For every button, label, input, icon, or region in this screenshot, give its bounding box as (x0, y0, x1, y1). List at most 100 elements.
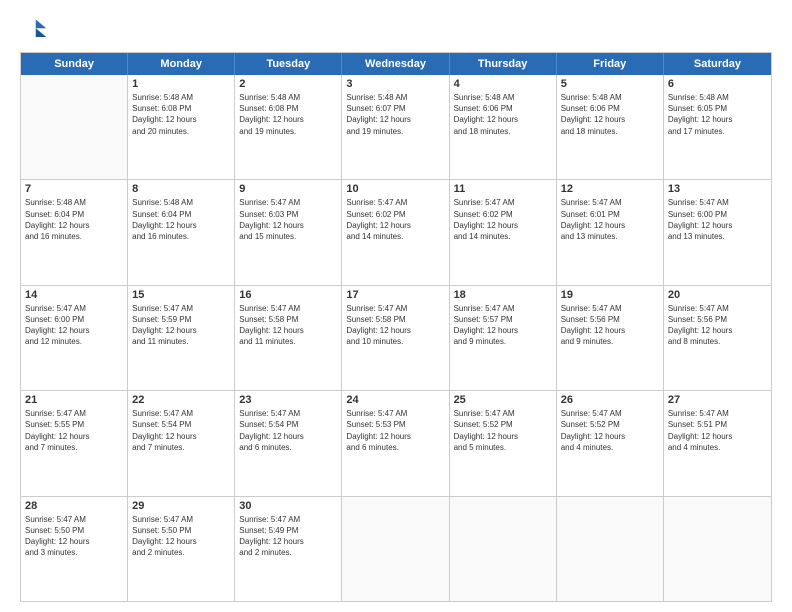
day-number: 30 (239, 500, 337, 512)
header-day-thursday: Thursday (450, 53, 557, 75)
calendar-row-1: 1 Sunrise: 5:48 AM Sunset: 6:08 PM Daylig… (21, 75, 771, 180)
cell-info: Sunrise: 5:47 AM Sunset: 5:57 PM Dayligh… (454, 303, 552, 348)
cell-info: Sunrise: 5:47 AM Sunset: 5:50 PM Dayligh… (25, 514, 123, 559)
day-number: 26 (561, 394, 659, 406)
calendar-cell: 2 Sunrise: 5:48 AM Sunset: 6:08 PM Daylig… (235, 75, 342, 179)
day-number: 7 (25, 183, 123, 195)
day-number: 21 (25, 394, 123, 406)
calendar-cell: 18 Sunrise: 5:47 AM Sunset: 5:57 PM Dayli… (450, 286, 557, 390)
cell-info: Sunrise: 5:48 AM Sunset: 6:06 PM Dayligh… (454, 92, 552, 137)
calendar-cell: 13 Sunrise: 5:47 AM Sunset: 6:00 PM Dayli… (664, 180, 771, 284)
day-number: 6 (668, 78, 767, 90)
cell-info: Sunrise: 5:47 AM Sunset: 5:59 PM Dayligh… (132, 303, 230, 348)
calendar-cell: 20 Sunrise: 5:47 AM Sunset: 5:56 PM Dayli… (664, 286, 771, 390)
cell-info: Sunrise: 5:48 AM Sunset: 6:05 PM Dayligh… (668, 92, 767, 137)
calendar-row-4: 21 Sunrise: 5:47 AM Sunset: 5:55 PM Dayli… (21, 391, 771, 496)
cell-info: Sunrise: 5:47 AM Sunset: 5:52 PM Dayligh… (561, 408, 659, 453)
calendar-cell: 27 Sunrise: 5:47 AM Sunset: 5:51 PM Dayli… (664, 391, 771, 495)
header (20, 16, 772, 44)
cell-info: Sunrise: 5:47 AM Sunset: 6:00 PM Dayligh… (668, 197, 767, 242)
cell-info: Sunrise: 5:47 AM Sunset: 5:55 PM Dayligh… (25, 408, 123, 453)
cell-info: Sunrise: 5:47 AM Sunset: 6:03 PM Dayligh… (239, 197, 337, 242)
day-number: 20 (668, 289, 767, 301)
calendar-header: SundayMondayTuesdayWednesdayThursdayFrid… (21, 53, 771, 75)
calendar-cell: 15 Sunrise: 5:47 AM Sunset: 5:59 PM Dayli… (128, 286, 235, 390)
header-day-sunday: Sunday (21, 53, 128, 75)
cell-info: Sunrise: 5:48 AM Sunset: 6:08 PM Dayligh… (132, 92, 230, 137)
calendar-cell (21, 75, 128, 179)
day-number: 25 (454, 394, 552, 406)
cell-info: Sunrise: 5:47 AM Sunset: 5:56 PM Dayligh… (561, 303, 659, 348)
calendar-cell: 29Sunrise: 5:47 AM Sunset: 5:50 PM Dayli… (128, 497, 235, 601)
cell-info: Sunrise: 5:47 AM Sunset: 6:02 PM Dayligh… (346, 197, 444, 242)
header-day-wednesday: Wednesday (342, 53, 449, 75)
calendar-cell: 24 Sunrise: 5:47 AM Sunset: 5:53 PM Dayli… (342, 391, 449, 495)
cell-info: Sunrise: 5:47 AM Sunset: 6:00 PM Dayligh… (25, 303, 123, 348)
calendar-row-3: 14Sunrise: 5:47 AM Sunset: 6:00 PM Dayli… (21, 286, 771, 391)
page: SundayMondayTuesdayWednesdayThursdayFrid… (0, 0, 792, 612)
calendar: SundayMondayTuesdayWednesdayThursdayFrid… (20, 52, 772, 602)
calendar-cell (450, 497, 557, 601)
cell-info: Sunrise: 5:47 AM Sunset: 5:54 PM Dayligh… (132, 408, 230, 453)
day-number: 3 (346, 78, 444, 90)
day-number: 24 (346, 394, 444, 406)
day-number: 9 (239, 183, 337, 195)
cell-info: Sunrise: 5:47 AM Sunset: 5:58 PM Dayligh… (239, 303, 337, 348)
cell-info: Sunrise: 5:47 AM Sunset: 5:52 PM Dayligh… (454, 408, 552, 453)
day-number: 2 (239, 78, 337, 90)
day-number: 4 (454, 78, 552, 90)
calendar-cell: 28 Sunrise: 5:47 AM Sunset: 5:50 PM Dayli… (21, 497, 128, 601)
day-number: 22 (132, 394, 230, 406)
day-number: 15 (132, 289, 230, 301)
cell-info: Sunrise: 5:47 AM Sunset: 5:51 PM Dayligh… (668, 408, 767, 453)
cell-info: Sunrise: 5:48 AM Sunset: 6:08 PM Dayligh… (239, 92, 337, 137)
header-day-monday: Monday (128, 53, 235, 75)
cell-info: Sunrise: 5:47 AM Sunset: 5:53 PM Dayligh… (346, 408, 444, 453)
day-number: 19 (561, 289, 659, 301)
day-number: 11 (454, 183, 552, 195)
calendar-cell: 4 Sunrise: 5:48 AM Sunset: 6:06 PM Daylig… (450, 75, 557, 179)
calendar-cell: 3 Sunrise: 5:48 AM Sunset: 6:07 PM Daylig… (342, 75, 449, 179)
day-number: 5 (561, 78, 659, 90)
calendar-cell: 22 Sunrise: 5:47 AM Sunset: 5:54 PM Dayli… (128, 391, 235, 495)
cell-info: Sunrise: 5:47 AM Sunset: 6:02 PM Dayligh… (454, 197, 552, 242)
calendar-cell: 6 Sunrise: 5:48 AM Sunset: 6:05 PM Daylig… (664, 75, 771, 179)
header-day-tuesday: Tuesday (235, 53, 342, 75)
calendar-cell: 16 Sunrise: 5:47 AM Sunset: 5:58 PM Dayli… (235, 286, 342, 390)
cell-info: Sunrise: 5:47 AM Sunset: 5:56 PM Dayligh… (668, 303, 767, 348)
calendar-body: 1 Sunrise: 5:48 AM Sunset: 6:08 PM Daylig… (21, 75, 771, 601)
calendar-cell: 8Sunrise: 5:48 AM Sunset: 6:04 PM Daylig… (128, 180, 235, 284)
cell-info: Sunrise: 5:47 AM Sunset: 5:54 PM Dayligh… (239, 408, 337, 453)
calendar-cell: 9 Sunrise: 5:47 AM Sunset: 6:03 PM Daylig… (235, 180, 342, 284)
day-number: 27 (668, 394, 767, 406)
calendar-row-5: 28 Sunrise: 5:47 AM Sunset: 5:50 PM Dayli… (21, 497, 771, 601)
calendar-cell: 21 Sunrise: 5:47 AM Sunset: 5:55 PM Dayli… (21, 391, 128, 495)
calendar-cell: 14Sunrise: 5:47 AM Sunset: 6:00 PM Dayli… (21, 286, 128, 390)
cell-info: Sunrise: 5:47 AM Sunset: 5:50 PM Dayligh… (132, 514, 230, 559)
calendar-cell: 17 Sunrise: 5:47 AM Sunset: 5:58 PM Dayli… (342, 286, 449, 390)
day-number: 1 (132, 78, 230, 90)
calendar-cell: 19 Sunrise: 5:47 AM Sunset: 5:56 PM Dayli… (557, 286, 664, 390)
calendar-cell: 11 Sunrise: 5:47 AM Sunset: 6:02 PM Dayli… (450, 180, 557, 284)
cell-info: Sunrise: 5:47 AM Sunset: 6:01 PM Dayligh… (561, 197, 659, 242)
day-number: 13 (668, 183, 767, 195)
day-number: 18 (454, 289, 552, 301)
day-number: 17 (346, 289, 444, 301)
cell-info: Sunrise: 5:48 AM Sunset: 6:04 PM Dayligh… (25, 197, 123, 242)
calendar-cell: 23 Sunrise: 5:47 AM Sunset: 5:54 PM Dayli… (235, 391, 342, 495)
day-number: 10 (346, 183, 444, 195)
day-number: 12 (561, 183, 659, 195)
cell-info: Sunrise: 5:48 AM Sunset: 6:07 PM Dayligh… (346, 92, 444, 137)
cell-info: Sunrise: 5:47 AM Sunset: 5:58 PM Dayligh… (346, 303, 444, 348)
header-day-friday: Friday (557, 53, 664, 75)
cell-info: Sunrise: 5:48 AM Sunset: 6:06 PM Dayligh… (561, 92, 659, 137)
day-number: 16 (239, 289, 337, 301)
calendar-cell (342, 497, 449, 601)
header-day-saturday: Saturday (664, 53, 771, 75)
calendar-row-2: 7 Sunrise: 5:48 AM Sunset: 6:04 PM Daylig… (21, 180, 771, 285)
calendar-cell: 12 Sunrise: 5:47 AM Sunset: 6:01 PM Dayli… (557, 180, 664, 284)
cell-info: Sunrise: 5:48 AM Sunset: 6:04 PM Dayligh… (132, 197, 230, 242)
day-number: 28 (25, 500, 123, 512)
calendar-cell: 7 Sunrise: 5:48 AM Sunset: 6:04 PM Daylig… (21, 180, 128, 284)
day-number: 23 (239, 394, 337, 406)
